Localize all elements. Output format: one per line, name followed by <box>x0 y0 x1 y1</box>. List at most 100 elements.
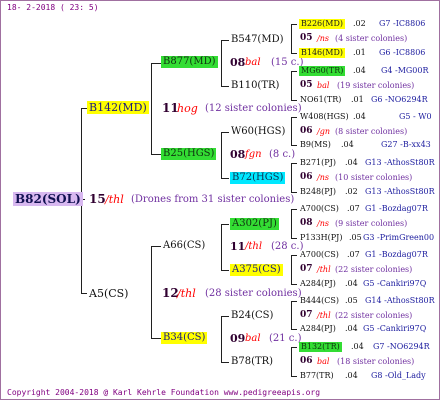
gen2-a66-origin: /thl <box>245 241 263 252</box>
connector-line <box>221 132 229 133</box>
connector-line <box>291 71 292 101</box>
root-origin: /thl <box>105 193 124 206</box>
gen4-year: .01 <box>353 48 366 57</box>
connector-line <box>291 255 297 256</box>
gen4-queen[interactable]: B132(TR) <box>299 342 342 352</box>
gen3-b24[interactable]: B24(CS) <box>231 311 273 321</box>
gen4-sister-note: (22 sister colonies) <box>335 265 413 274</box>
gen4-queen[interactable]: MG60(TR) <box>299 66 346 76</box>
gen4-lineage: G6 -NO6294R <box>371 95 428 104</box>
connector-line <box>291 53 297 54</box>
gen4-year: .02 <box>353 19 366 28</box>
gen4-lineage: G1 -Bozdag07R <box>365 204 428 213</box>
gen3-b547[interactable]: B547(MD) <box>231 35 284 45</box>
connector-line <box>291 284 297 285</box>
gen4-queen[interactable]: A700(CS) <box>300 205 339 213</box>
gen4-sister-note: (19 sister colonies) <box>337 81 415 90</box>
connector-line <box>291 145 297 146</box>
gen2-b34-number: 09 <box>230 332 246 345</box>
connector-line <box>221 40 229 41</box>
gen1-sire-origin: /thl <box>177 287 196 300</box>
gen4-queen[interactable]: W408(HGS) <box>300 113 349 121</box>
gen4-lineage: G4 -MG00R <box>381 66 429 75</box>
gen2-b34-note: (21 c.) <box>269 333 302 344</box>
root-number: 15 <box>89 192 106 206</box>
gen4-queen[interactable]: B9(MS) <box>300 141 331 149</box>
gen4-year: .01 <box>351 95 364 104</box>
gen2-a66[interactable]: A66(CS) <box>163 241 205 251</box>
gen4-year: .04 <box>345 324 358 333</box>
gen4-sister-number: 07 <box>300 310 313 320</box>
gen4-queen[interactable]: A284(PJ) <box>300 280 336 288</box>
gen4-queen[interactable]: B444(CS) <box>300 297 339 305</box>
gen4-sister-origin: bal <box>317 357 330 366</box>
connector-line <box>291 117 292 146</box>
connector-line <box>291 163 292 193</box>
gen4-queen[interactable]: NO61(TR) <box>300 96 341 104</box>
gen4-queen[interactable]: B77(TR) <box>300 372 334 380</box>
gen3-b78[interactable]: B78(TR) <box>231 357 273 367</box>
gen4-lineage: G7 -IC8806 <box>379 19 426 28</box>
gen4-lineage: G7 -NO6294R <box>373 342 430 351</box>
gen4-sister-note: (18 sister colonies) <box>337 357 415 366</box>
gen4-queen[interactable]: A700(CS) <box>300 251 339 259</box>
root-queen[interactable]: B82(SOL) <box>13 192 83 206</box>
footer-copyright: Copyright 2004-2018 @ Karl Kehrle Founda… <box>7 388 321 397</box>
gen4-year: .07 <box>347 250 360 259</box>
gen4-lineage: G1 -Bozdag07R <box>365 250 428 259</box>
gen2-b25[interactable]: B25(HGS) <box>161 148 217 160</box>
gen1-sire-note: (28 sister colonies) <box>205 288 302 299</box>
connector-line <box>291 209 292 239</box>
gen4-lineage: G14 -AthosSt80R <box>365 296 435 305</box>
connector-line <box>221 224 229 225</box>
gen4-year: .05 <box>349 233 362 242</box>
gen4-year: .02 <box>345 187 358 196</box>
gen4-queen[interactable]: B271(PJ) <box>300 159 336 167</box>
gen3-a375[interactable]: A375(CS) <box>230 264 283 276</box>
gen4-sister-note: (22 sister colonies) <box>335 311 413 320</box>
gen4-sister-origin: bal <box>317 81 330 90</box>
connector-line <box>221 86 229 87</box>
connector-line <box>151 154 161 155</box>
connector-line <box>291 209 297 210</box>
gen4-sister-origin: /ns <box>317 219 329 228</box>
gen2-b34-origin: bal <box>245 333 261 344</box>
gen3-a302[interactable]: A302(PJ) <box>230 218 279 230</box>
gen4-lineage: G5 - W0 <box>399 112 432 121</box>
gen2-b34[interactable]: B34(CS) <box>161 332 208 344</box>
connector-line <box>221 40 222 87</box>
connector-line <box>151 338 161 339</box>
gen2-b25-note: (8 c.) <box>269 149 296 160</box>
gen4-year: .05 <box>345 296 358 305</box>
gen4-lineage: G5 -Cankiri97Q <box>363 279 427 288</box>
connector-line <box>291 71 297 72</box>
gen2-b877[interactable]: B877(MD) <box>161 56 218 68</box>
connector-line <box>221 224 222 271</box>
gen3-b110[interactable]: B110(TR) <box>231 81 279 91</box>
gen4-sister-number: 06 <box>300 126 313 136</box>
connector-line <box>221 316 229 317</box>
connector-line <box>221 270 229 271</box>
gen1-dam-note: (12 sister colonies) <box>205 103 302 114</box>
gen4-sister-note: (8 sister colonies) <box>335 127 408 136</box>
gen4-sister-number: 06 <box>300 356 313 366</box>
gen4-queen[interactable]: B146(MD) <box>299 48 345 58</box>
gen4-queen[interactable]: B226(MD) <box>299 19 345 29</box>
connector-line <box>291 329 297 330</box>
header-timestamp: 18- 2-2018 ( 23: 5) <box>7 3 99 12</box>
gen3-w60[interactable]: W60(HGS) <box>231 127 285 137</box>
gen1-sire[interactable]: A5(CS) <box>89 288 128 299</box>
gen4-queen[interactable]: A284(PJ) <box>300 325 336 333</box>
gen1-dam[interactable]: B142(MD) <box>87 101 149 114</box>
root-drone-note: (Drones from 31 sister colonies) <box>131 194 295 205</box>
gen3-b72[interactable]: B72(HGS) <box>230 172 286 184</box>
gen4-sister-note: (10 sister colonies) <box>335 173 413 182</box>
connector-line <box>291 376 297 377</box>
gen4-queen[interactable]: P133H(PJ) <box>300 234 342 242</box>
gen4-sister-note: (4 sister colonies) <box>335 34 408 43</box>
gen4-year: .04 <box>345 371 358 380</box>
gen4-queen[interactable]: B248(PJ) <box>300 188 336 196</box>
gen4-lineage: G8 -Old_Lady <box>371 371 426 380</box>
gen4-sister-number: 07 <box>300 264 313 274</box>
gen1-dam-origin: hog <box>177 102 198 115</box>
